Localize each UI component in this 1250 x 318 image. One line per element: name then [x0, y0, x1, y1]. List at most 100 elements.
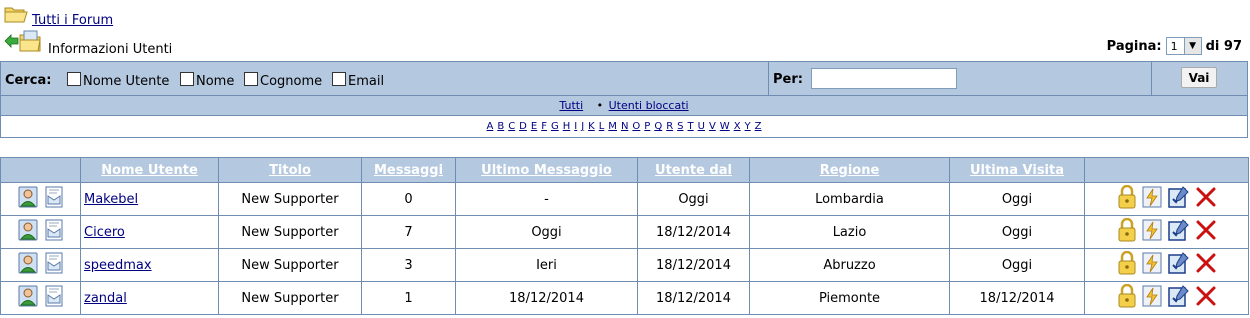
search-option-username[interactable]: Nome Utente: [67, 72, 169, 89]
sort-last-visit-link[interactable]: Ultima Visita: [970, 163, 1064, 178]
breadcrumb-forums: Tutti i Forum: [4, 6, 113, 28]
letter-link-y[interactable]: Y: [745, 121, 751, 132]
letter-link-n[interactable]: N: [621, 121, 628, 132]
letter-link-t[interactable]: T: [688, 121, 694, 132]
delete-icon[interactable]: [1195, 252, 1217, 278]
lock-icon[interactable]: [1117, 184, 1137, 213]
sort-last-post-link[interactable]: Ultimo Messaggio: [481, 163, 612, 178]
edit-icon[interactable]: [1167, 218, 1191, 246]
letter-link-p[interactable]: P: [644, 121, 650, 132]
header-username: Nome Utente: [80, 157, 219, 183]
search-option-label: Email: [348, 74, 385, 89]
alphabet-filter: ABCDEFGHIJKLMNOPQRSTUVWXYZ: [0, 116, 1248, 138]
message-icon[interactable]: [44, 219, 64, 245]
letter-link-o[interactable]: O: [632, 121, 640, 132]
letter-link-b[interactable]: B: [497, 121, 504, 132]
lightning-icon[interactable]: [1141, 185, 1163, 213]
filter-blocked-link[interactable]: Utenti bloccati: [609, 99, 689, 112]
filter-all-link[interactable]: Tutti: [559, 99, 583, 112]
edit-icon[interactable]: [1167, 251, 1191, 279]
letter-link-x[interactable]: X: [734, 121, 741, 132]
sort-title-link[interactable]: Titolo: [269, 163, 311, 178]
last-post-cell: 18/12/2014: [455, 281, 638, 315]
sort-member-since-link[interactable]: Utente dal: [655, 163, 732, 178]
delete-icon[interactable]: [1195, 285, 1217, 311]
letter-link-z[interactable]: Z: [755, 121, 762, 132]
sort-username-link[interactable]: Nome Utente: [101, 163, 198, 178]
last-post-cell: Ieri: [455, 248, 638, 282]
posts-cell: 3: [361, 248, 456, 282]
username-link[interactable]: speedmax: [84, 258, 152, 273]
lightning-icon[interactable]: [1141, 251, 1163, 279]
letter-link-g[interactable]: G: [551, 121, 559, 132]
lightning-icon[interactable]: [1141, 284, 1163, 312]
member-since-cell: Oggi: [637, 182, 750, 216]
search-option-label: Cognome: [260, 74, 323, 89]
message-icon[interactable]: [44, 186, 64, 212]
edit-icon[interactable]: [1167, 284, 1191, 312]
checkbox[interactable]: [67, 72, 81, 86]
edit-icon[interactable]: [1167, 185, 1191, 213]
search-bar: Cerca: Nome Utente Nome Cognome Email Pe…: [0, 61, 1248, 96]
page-label: Pagina:: [1106, 38, 1162, 54]
letter-link-j[interactable]: J: [581, 121, 584, 132]
last-visit-cell: Oggi: [949, 182, 1085, 216]
username-cell: zandal: [80, 281, 219, 315]
letter-link-i[interactable]: I: [574, 121, 577, 132]
username-link[interactable]: zandal: [84, 291, 127, 306]
sort-region-link[interactable]: Regione: [820, 163, 880, 178]
lock-icon[interactable]: [1117, 283, 1137, 312]
lightning-icon[interactable]: [1141, 218, 1163, 246]
lock-icon[interactable]: [1117, 250, 1137, 279]
username-link[interactable]: Cicero: [84, 225, 125, 240]
delete-icon[interactable]: [1195, 186, 1217, 212]
letter-link-r[interactable]: R: [666, 121, 673, 132]
letter-link-m[interactable]: M: [608, 121, 617, 132]
admin-actions-cell: [1084, 248, 1249, 282]
letter-link-w[interactable]: W: [720, 121, 730, 132]
letter-link-a[interactable]: A: [486, 121, 493, 132]
letter-link-v[interactable]: V: [709, 121, 716, 132]
letter-link-l[interactable]: L: [599, 121, 605, 132]
username-cell: speedmax: [80, 248, 219, 282]
posts-cell: 0: [361, 182, 456, 216]
checkbox[interactable]: [180, 72, 194, 86]
search-option-surname[interactable]: Cognome: [244, 72, 322, 89]
member-since-cell: 18/12/2014: [637, 281, 750, 315]
checkbox[interactable]: [332, 72, 346, 86]
pagination: Pagina: 1 ▼ di 97: [1107, 37, 1242, 55]
all-forums-link[interactable]: Tutti i Forum: [32, 13, 113, 28]
profile-icon[interactable]: [18, 285, 38, 311]
username-link[interactable]: Makebel: [84, 192, 138, 207]
sort-posts-link[interactable]: Messaggi: [374, 163, 443, 178]
delete-icon[interactable]: [1195, 219, 1217, 245]
letter-link-e[interactable]: E: [531, 121, 537, 132]
letter-link-h[interactable]: H: [563, 121, 571, 132]
last-post-cell: Oggi: [455, 215, 638, 249]
lock-icon[interactable]: [1117, 217, 1137, 246]
search-option-name[interactable]: Nome: [180, 72, 234, 89]
header-member-since: Utente dal: [637, 157, 750, 183]
search-input[interactable]: [811, 68, 957, 89]
message-icon[interactable]: [44, 285, 64, 311]
profile-icon[interactable]: [18, 186, 38, 212]
message-icon[interactable]: [44, 252, 64, 278]
letter-link-c[interactable]: C: [508, 121, 515, 132]
go-button[interactable]: Vai: [1181, 67, 1217, 88]
table-row: speedmax New Supporter 3 Ieri 18/12/2014 Abru…: [0, 248, 1249, 282]
letter-link-f[interactable]: F: [541, 121, 547, 132]
admin-actions-cell: [1084, 281, 1249, 315]
letter-link-k[interactable]: K: [588, 121, 595, 132]
last-post-cell: -: [455, 182, 638, 216]
letter-link-q[interactable]: Q: [654, 121, 662, 132]
letter-link-u[interactable]: U: [698, 121, 705, 132]
letter-link-s[interactable]: S: [677, 121, 683, 132]
letter-link-d[interactable]: D: [519, 121, 527, 132]
profile-icon[interactable]: [18, 252, 38, 278]
row-actions-cell: [0, 281, 81, 315]
checkbox[interactable]: [244, 72, 258, 86]
profile-icon[interactable]: [18, 219, 38, 245]
page-select[interactable]: 1 ▼: [1165, 37, 1202, 55]
search-option-email[interactable]: Email: [332, 72, 384, 89]
title-cell: New Supporter: [218, 182, 362, 216]
